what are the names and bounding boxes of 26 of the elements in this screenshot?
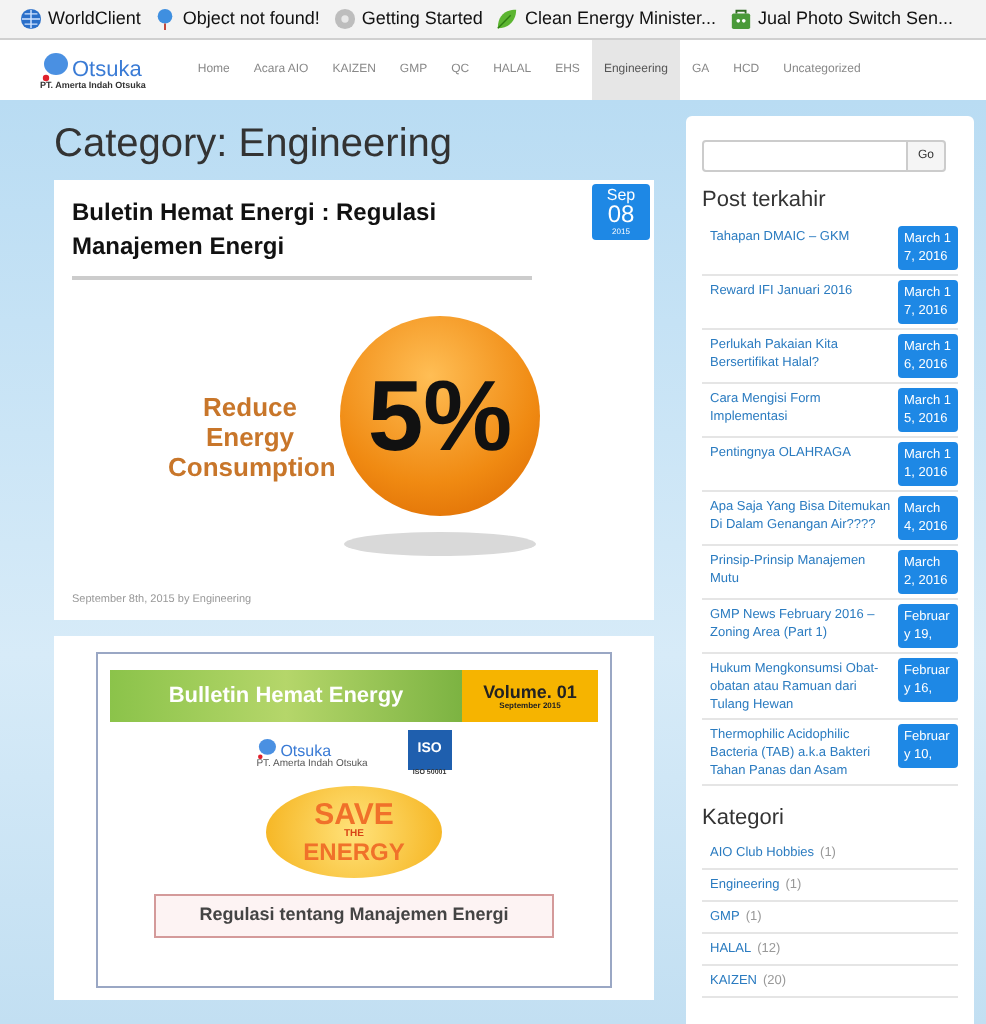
logo-name: Otsuka — [72, 60, 142, 83]
recent-posts-heading: Post terkahir — [702, 186, 828, 216]
categories-heading: Kategori — [702, 803, 786, 833]
ribbon-text: Regulasi tentang Manajemen Energi — [199, 902, 509, 928]
banner-title: Bulletin Hemat Energy — [168, 682, 404, 712]
bookmark-item[interactable]: Getting Started — [333, 5, 483, 33]
logo-icon — [40, 52, 68, 83]
volume-number: Volume. 01 — [483, 683, 577, 702]
slogan-bottom: ENERGY — [303, 839, 405, 864]
globe-icon — [20, 8, 42, 30]
bookmark-item[interactable]: WorldClient — [20, 5, 141, 33]
bookmark-item[interactable]: Jual Photo Switch Sen... — [730, 5, 954, 33]
page-title: Category: Engineering — [54, 120, 455, 168]
search-field[interactable] — [702, 140, 908, 172]
slogan-top: SAVE — [314, 799, 394, 830]
logo-name: Otsuka — [280, 744, 332, 760]
pin-icon — [154, 8, 177, 30]
post-title[interactable]: Buletin Hemat Energi : Regulasi Manajemen Energi — [72, 196, 532, 280]
disc-icon — [333, 8, 356, 30]
logo-icon — [256, 738, 277, 760]
bookmark-item[interactable]: Object not found! — [154, 5, 320, 33]
leaf-icon — [496, 8, 519, 30]
bookmark-item[interactable]: Clean Energy Minister... — [496, 5, 716, 33]
graphic-caption: Reduce Energy Consumption — [168, 391, 332, 481]
percent-figure: 5% — [367, 366, 513, 466]
bag-icon — [730, 8, 752, 30]
